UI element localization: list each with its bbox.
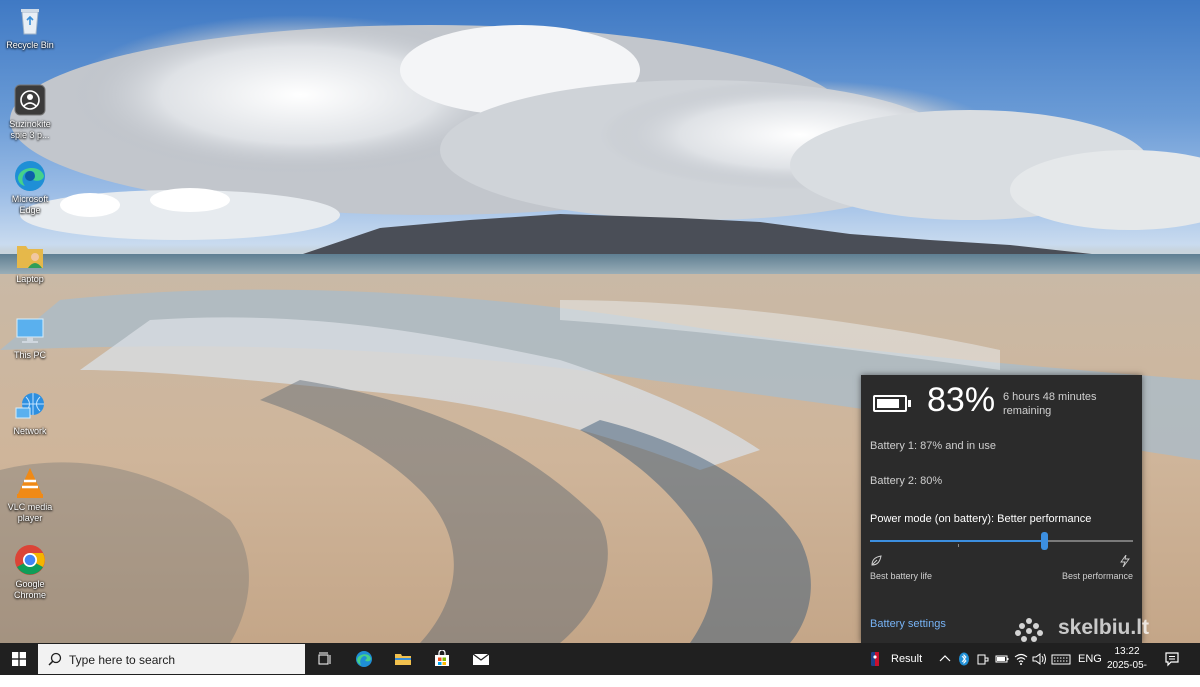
start-button[interactable] (0, 643, 38, 675)
usb-device-icon[interactable] (976, 652, 990, 666)
taskbar-clock[interactable]: 13:22 2025-05-25 (1104, 645, 1150, 687)
weather-widget[interactable]: Result (866, 643, 936, 675)
watermark: skelbiu.lt (1015, 616, 1150, 642)
mail-icon (472, 653, 490, 665)
edge-icon (13, 158, 47, 192)
desktop-icon-label: Laptop (16, 274, 44, 284)
notification-center-icon[interactable] (1164, 651, 1180, 667)
slider-thumb[interactable] (1041, 532, 1048, 550)
desktop-icon-edge[interactable]: Microsoft Edge (2, 158, 58, 216)
clock-date: 2025-05-25 (1106, 660, 1148, 685)
weather-result-label: Result (891, 653, 923, 665)
desktop-icon-label: This PC (13, 350, 46, 360)
desktop-icon-this-pc[interactable]: This PC (2, 314, 58, 361)
desktop-icon-chrome[interactable]: Google Chrome (2, 543, 58, 601)
desktop-icon-network[interactable]: Network (2, 390, 58, 437)
clock-time: 13:22 (1114, 646, 1140, 657)
taskbar-mail-button[interactable] (462, 643, 500, 675)
keyboard-icon[interactable] (1051, 652, 1071, 666)
windows-logo-icon (12, 652, 26, 666)
search-placeholder: Type here to search (69, 653, 176, 667)
battery-flyout: 83% 6 hours 48 minutes remaining Battery… (861, 375, 1142, 643)
desktop-icon-label: VLC media player (7, 502, 53, 523)
volume-icon[interactable] (1032, 652, 1046, 666)
file-explorer-icon (395, 654, 411, 665)
app-shortcut-icon (13, 83, 47, 117)
desktop-icon-laptop[interactable]: Laptop (2, 238, 58, 285)
recycle-bin-icon (13, 4, 47, 38)
battery-1-status: Battery 1: 87% and in use (870, 440, 996, 452)
lightning-icon (1120, 555, 1130, 567)
chrome-icon (13, 543, 47, 577)
nba-logo-icon (871, 652, 879, 666)
taskbar-file-explorer-button[interactable] (384, 643, 422, 675)
search-icon (48, 652, 62, 666)
slider-track-fill (870, 540, 1044, 542)
user-folder-icon (13, 238, 47, 272)
task-view-icon (318, 652, 331, 665)
watermark-text: skelbiu.lt (1058, 616, 1150, 639)
power-mode-label: Power mode (on battery): Better performa… (870, 513, 1092, 525)
slider-max-label: Best performance (1061, 571, 1133, 581)
network-icon (13, 390, 47, 424)
desktop-icon-recycle-bin[interactable]: Recycle Bin (2, 4, 58, 51)
chevron-up-icon[interactable] (938, 652, 952, 666)
remaining-line2: remaining (1003, 405, 1052, 417)
task-view-button[interactable] (306, 643, 344, 675)
battery-settings-link[interactable]: Battery settings (870, 618, 946, 630)
remaining-line1: 6 hours 48 minutes (1003, 391, 1097, 403)
desktop-icon-label: Suzinokite spie 3 p... (9, 119, 51, 140)
desktop-icon-label: Google Chrome (13, 579, 46, 600)
wifi-icon[interactable] (1014, 652, 1028, 666)
battery-2-status: Battery 2: 80% (870, 475, 943, 487)
desktop-icon-label: Microsoft Edge (11, 194, 49, 215)
desktop-icon-shortcut[interactable]: Suzinokite spie 3 p... (2, 83, 58, 141)
edge-icon (356, 651, 372, 667)
microsoft-store-icon (435, 650, 449, 666)
battery-percent: 83% (927, 381, 996, 419)
watermark-logo-icon (1015, 618, 1043, 642)
desktop-icon-label: Network (13, 426, 47, 436)
battery-icon (873, 395, 911, 412)
desktop-icon-label: Recycle Bin (6, 40, 54, 50)
bluetooth-icon[interactable] (957, 652, 971, 666)
battery-time-remaining: 6 hours 48 minutes remaining (1003, 390, 1133, 418)
power-mode-slider[interactable] (870, 532, 1133, 550)
slider-end-labels: Best battery life Best performance (870, 555, 1133, 583)
battery-tray-icon[interactable] (995, 652, 1009, 666)
slider-tick (958, 544, 959, 547)
taskbar-search-box[interactable]: Type here to search (38, 644, 305, 674)
slider-min-label: Best battery life (870, 571, 933, 581)
leaf-icon (871, 555, 882, 566)
vlc-icon (13, 466, 47, 500)
taskbar-edge-button[interactable] (345, 643, 383, 675)
taskbar-store-button[interactable] (423, 643, 461, 675)
taskbar: Type here to search Result ENG 13:22 202… (0, 643, 1200, 685)
desktop-icon-vlc[interactable]: VLC media player (2, 466, 58, 524)
input-language[interactable]: ENG (1078, 653, 1102, 667)
this-pc-icon (13, 314, 47, 348)
